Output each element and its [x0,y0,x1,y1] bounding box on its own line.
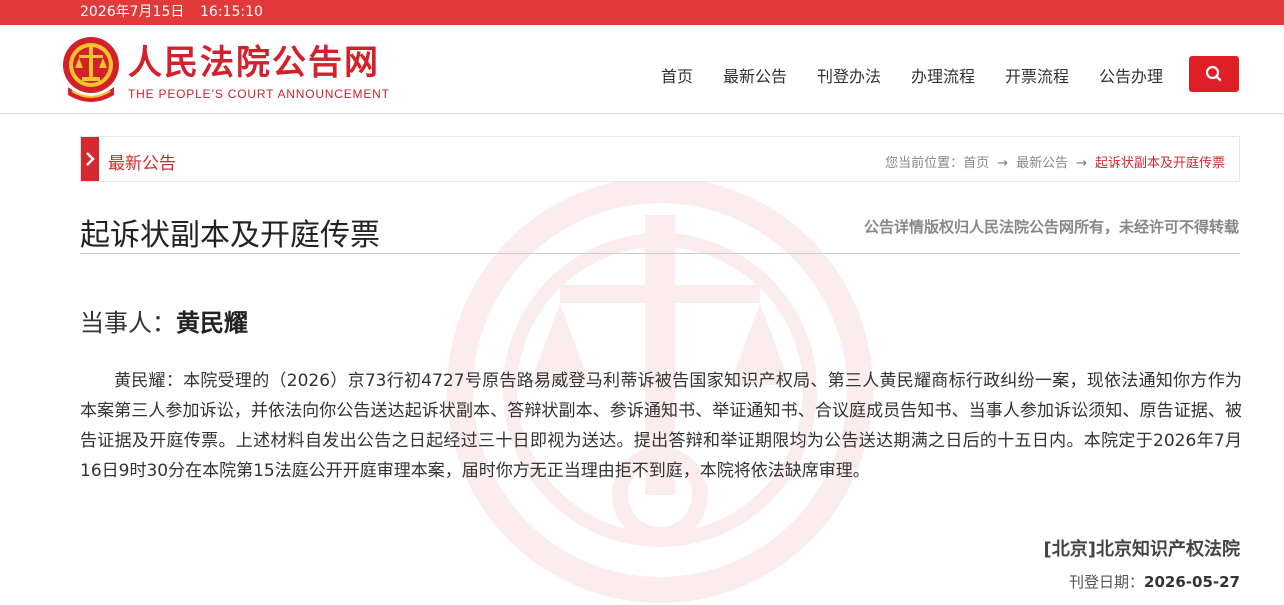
breadcrumb-current: 起诉状副本及开庭传票 [1094,156,1225,171]
nav-process[interactable]: 办理流程 [911,63,975,87]
breadcrumb-arrow: → [1076,156,1087,171]
search-button[interactable] [1189,56,1239,92]
party-label: 当事人： [80,309,176,337]
breadcrumb-arrow: → [997,156,1009,171]
party-name: 黄民耀 [176,308,248,337]
copyright-notice: 公告详情版权归人民法院公告网所有，未经许可不得转载 [863,218,1239,236]
site-header: 人民法院公告网 THE PEOPLE’S COURT ANNOUNCEMENT … [0,25,1284,114]
nav-latest[interactable]: 最新公告 [723,63,787,87]
search-icon [1205,65,1222,82]
court-emblem-icon [63,37,119,102]
site-logo-text[interactable]: 人民法院公告网 [128,43,380,83]
nav-handle[interactable]: 公告办理 [1099,63,1163,87]
court-name: [北京]北京知识产权法院 [1043,539,1240,560]
section-title[interactable]: 最新公告 [108,149,176,174]
current-date: 2026年7月15日 [80,4,185,20]
party-line: 当事人：黄民耀 [80,303,248,338]
current-time: 16:15:10 [200,4,263,20]
nav-home[interactable]: 首页 [661,63,693,87]
announcement-body: 黄民耀：本院受理的（2026）京73行初4727号原告路易威登马利蒂诉被告国家知… [80,371,1242,481]
nav-invoice[interactable]: 开票流程 [1005,63,1069,87]
chevron-right-icon [86,152,95,166]
top-info-bar: 2026年7月15日 16:15:10 [0,0,1284,25]
publish-date-label: 刊登日期： [1069,573,1145,591]
section-marker [81,137,99,181]
publish-date: 刊登日期：2026-05-27 [1069,571,1240,592]
breadcrumb-path: 您当前位置：首页 → 最新公告 → 起诉状副本及开庭传票 [885,152,1225,171]
breadcrumb-level1[interactable]: 最新公告 [1016,156,1068,171]
publish-date-value: 2026-05-27 [1144,573,1240,591]
nav-publish-method[interactable]: 刊登办法 [817,63,881,87]
breadcrumb-home[interactable]: 首页 [963,156,989,171]
breadcrumb-prefix: 您当前位置： [885,156,964,171]
page-title: 起诉状副本及开庭传票 [80,218,380,253]
breadcrumb: 最新公告 您当前位置：首页 → 最新公告 → 起诉状副本及开庭传票 [80,136,1240,182]
site-logo-english: THE PEOPLE’S COURT ANNOUNCEMENT [128,87,390,101]
title-divider [80,253,1240,254]
